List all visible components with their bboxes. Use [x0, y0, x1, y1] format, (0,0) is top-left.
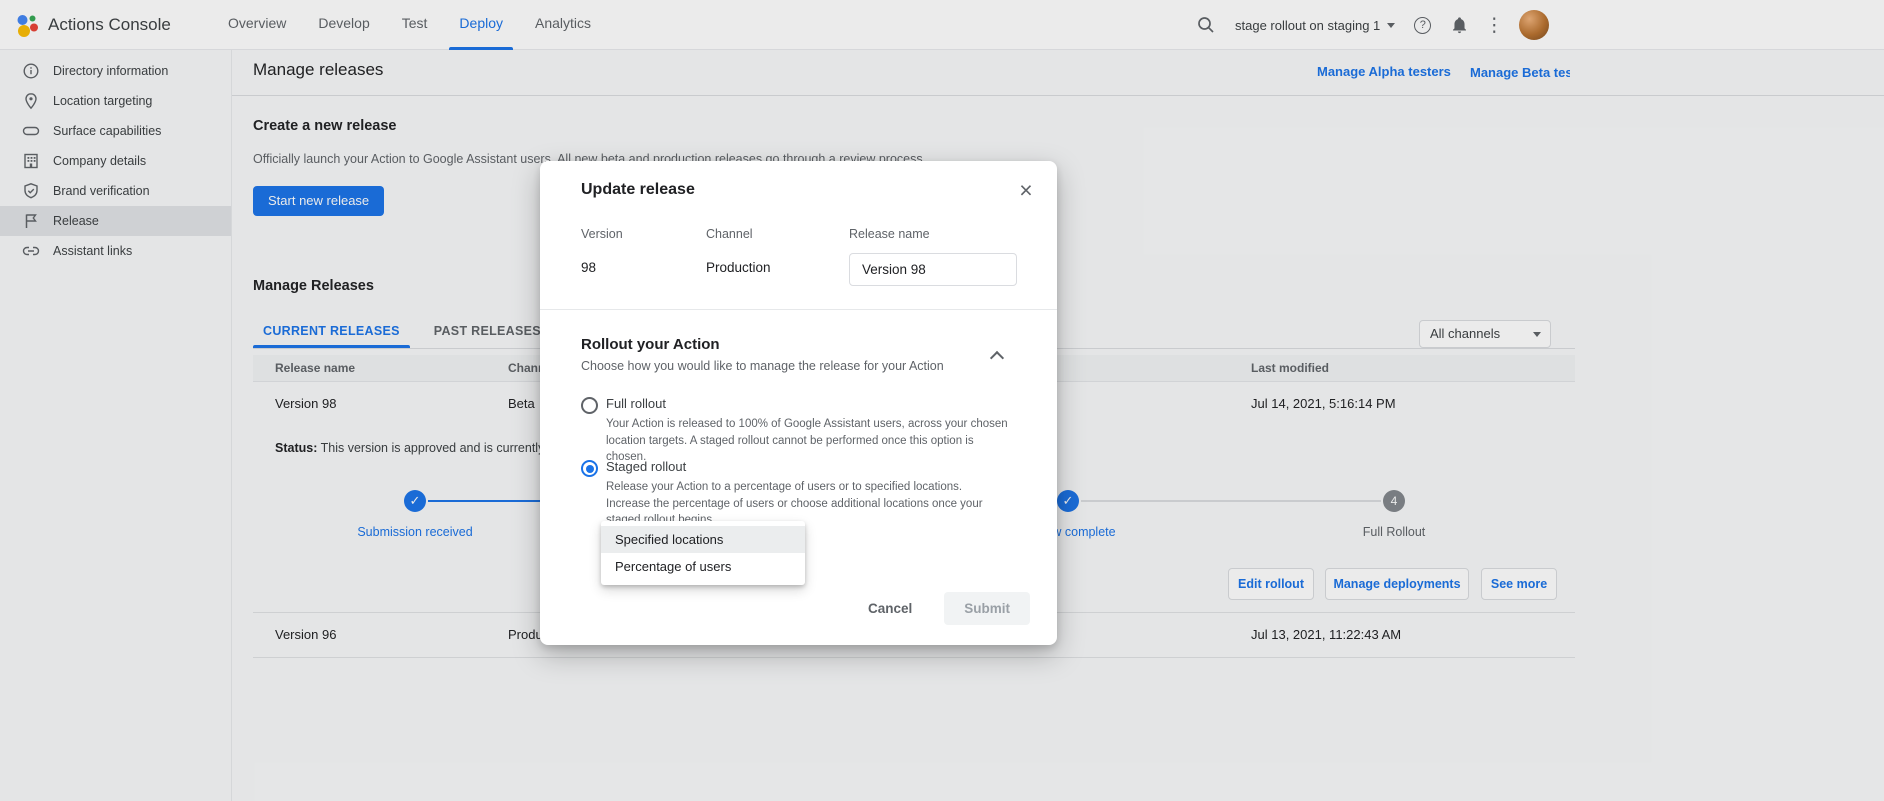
sidebar-item-brand-verification[interactable]: Brand verification: [0, 176, 231, 206]
app-root: Actions Console Overview Develop Test De…: [0, 0, 1884, 801]
tab-current-releases[interactable]: CURRENT RELEASES: [253, 317, 410, 348]
full-rollout-label: Full rollout: [606, 396, 666, 411]
menu-item-percentage-of-users[interactable]: Percentage of users: [601, 553, 805, 580]
cancel-button[interactable]: Cancel: [862, 593, 918, 624]
project-selector-value: stage rollout on staging 1: [1235, 18, 1380, 33]
topbar: Actions Console Overview Develop Test De…: [0, 0, 1884, 50]
sidebar-item-label: Company details: [53, 154, 146, 168]
step-label-submission-received: Submission received: [325, 525, 505, 539]
step-check-icon: [1057, 490, 1079, 512]
release-name-input[interactable]: [849, 253, 1017, 286]
search-icon[interactable]: [1196, 15, 1216, 35]
nav-tab-analytics[interactable]: Analytics: [519, 0, 607, 50]
manage-alpha-testers-link[interactable]: Manage Alpha testers: [1317, 64, 1451, 79]
manage-releases-title: Manage Releases: [253, 278, 374, 294]
channel-filter-value: All channels: [1430, 326, 1500, 341]
create-release-title: Create a new release: [253, 118, 396, 134]
rollout-section-title: Rollout your Action: [581, 336, 720, 353]
close-icon[interactable]: [1013, 177, 1039, 203]
edit-rollout-button[interactable]: Edit rollout: [1228, 568, 1314, 600]
stepper-line-pending: [1081, 500, 1381, 502]
flag-icon: [22, 212, 40, 230]
nav-tab-overview[interactable]: Overview: [212, 0, 302, 50]
last-modified-cell: Jul 13, 2021, 11:22:43 AM: [1251, 613, 1401, 657]
sidebar-item-label: Surface capabilities: [53, 124, 161, 138]
help-icon[interactable]: [1414, 17, 1431, 34]
release-name-cell: Version 96: [275, 613, 336, 657]
chevron-up-icon[interactable]: [990, 351, 1004, 365]
project-selector[interactable]: stage rollout on staging 1: [1235, 18, 1395, 33]
actions-console-logo-icon: [14, 12, 40, 38]
staged-rollout-label: Staged rollout: [606, 459, 686, 474]
last-modified-cell: Jul 14, 2021, 5:16:14 PM: [1251, 382, 1396, 426]
step-check-icon: [404, 490, 426, 512]
submit-button[interactable]: Submit: [944, 592, 1030, 625]
release-name-label: Release name: [849, 227, 930, 241]
manage-deployments-button[interactable]: Manage deployments: [1325, 568, 1469, 600]
sidebar-item-label: Assistant links: [53, 244, 132, 258]
channel-value: Production: [706, 260, 771, 275]
chevron-down-icon: [1533, 332, 1541, 337]
topbar-right-cluster: stage rollout on staging 1: [1196, 0, 1549, 50]
step-pending-icon: 4: [1383, 490, 1405, 512]
sidebar-item-surface-capabilities[interactable]: Surface capabilities: [0, 116, 231, 146]
divider: [540, 309, 1057, 310]
location-pin-icon: [22, 92, 40, 110]
release-name-cell: Version 98: [275, 382, 336, 426]
dialog-actions: Cancel Submit: [862, 592, 1030, 625]
notifications-icon[interactable]: [1450, 16, 1469, 35]
releases-tabs: CURRENT RELEASES PAST RELEASES: [253, 317, 565, 348]
capsule-icon: [22, 122, 40, 140]
nav-tab-develop[interactable]: Develop: [302, 0, 385, 50]
nav-tab-test[interactable]: Test: [386, 0, 444, 50]
sidebar-item-directory-information[interactable]: Directory information: [0, 56, 231, 86]
version-label: Version: [581, 227, 623, 241]
top-navigation: Overview Develop Test Deploy Analytics: [212, 0, 607, 50]
divider: [232, 95, 1884, 96]
menu-item-specified-locations[interactable]: Specified locations: [601, 526, 805, 553]
divider: [253, 657, 1575, 658]
dialog-title: Update release: [581, 181, 695, 199]
step-number: 4: [1391, 494, 1398, 508]
channel-label: Channel: [706, 227, 753, 241]
sidebar-item-label: Brand verification: [53, 184, 150, 198]
page-title: Manage releases: [253, 60, 383, 80]
shield-check-icon: [22, 182, 40, 200]
version-value: 98: [581, 260, 596, 275]
chevron-down-icon: [1387, 23, 1395, 28]
status-label: Status:: [275, 441, 317, 455]
manage-beta-testers-link-wrap: Manage Beta testers: [1470, 64, 1570, 82]
user-avatar[interactable]: [1519, 10, 1549, 40]
staged-rollout-radio[interactable]: [581, 460, 598, 477]
info-icon: [22, 62, 40, 80]
manage-beta-testers-link[interactable]: Manage Beta testers: [1470, 65, 1570, 80]
sidebar-item-assistant-links[interactable]: Assistant links: [0, 236, 231, 266]
main-content: Manage releases Manage Alpha testers Man…: [232, 50, 1884, 801]
sidebar-item-label: Directory information: [53, 64, 168, 78]
channel-filter-select[interactable]: All channels: [1419, 320, 1551, 348]
building-icon: [22, 152, 40, 170]
nav-tab-deploy[interactable]: Deploy: [443, 0, 519, 50]
app-title: Actions Console: [48, 15, 171, 35]
sidebar-item-release[interactable]: Release: [0, 206, 231, 236]
sidebar: Directory information Location targeting…: [0, 50, 232, 801]
rollout-type-menu: Specified locations Percentage of users: [601, 521, 805, 585]
step-label-full-rollout: Full Rollout: [1304, 525, 1484, 539]
sidebar-item-label: Location targeting: [53, 94, 152, 108]
channel-cell: Beta: [508, 382, 535, 426]
rollout-section-subtitle: Choose how you would like to manage the …: [581, 359, 944, 373]
link-icon: [22, 242, 40, 260]
sidebar-item-location-targeting[interactable]: Location targeting: [0, 86, 231, 116]
start-new-release-button[interactable]: Start new release: [253, 186, 384, 216]
see-more-button[interactable]: See more: [1481, 568, 1557, 600]
column-header-release-name: Release name: [275, 355, 355, 382]
tab-past-releases[interactable]: PAST RELEASES: [424, 317, 551, 348]
full-rollout-radio[interactable]: [581, 397, 598, 414]
sidebar-item-label: Release: [53, 214, 99, 228]
sidebar-item-company-details[interactable]: Company details: [0, 146, 231, 176]
column-header-last-modified: Last modified: [1251, 355, 1329, 382]
more-options-icon[interactable]: [1488, 16, 1500, 35]
